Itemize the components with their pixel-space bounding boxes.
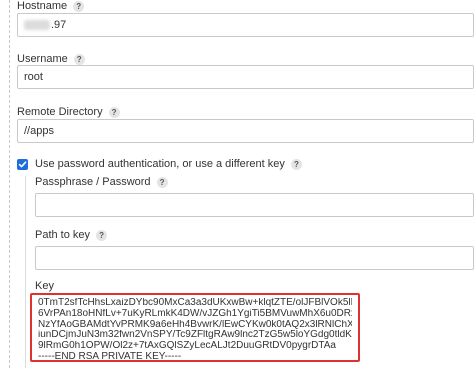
check-icon: [18, 161, 27, 168]
key-line: 0TmT2sfTcHhsLxaizDYbc90MxCa3a3dUKxwBw+kl…: [38, 298, 352, 308]
help-icon[interactable]: ?: [73, 0, 85, 12]
passphrase-label: Passphrase / Password?: [35, 176, 168, 189]
key-line: iunDCjmJuN3m32fwn2VnSPY/Tc9ZFltgRAw9lnc2…: [38, 330, 352, 341]
help-icon[interactable]: ?: [290, 158, 302, 170]
form-guide-line: [9, 0, 10, 368]
help-icon[interactable]: ?: [96, 229, 108, 241]
key-line: 9lRmG0h1OPW/Ol2z+7tAxGQlSZyLecALJt2DuuGR…: [38, 341, 336, 352]
hostname-label: Hostname?: [17, 0, 85, 13]
key-line: 6VrPAn18oHNfLv+7uKyRLmkK4DW/vJZGh1YgiTi5…: [38, 308, 352, 319]
password-auth-label: Use password authentication, or use a di…: [35, 158, 302, 171]
redacted-mask: [24, 20, 50, 30]
help-icon[interactable]: ?: [73, 53, 85, 65]
password-auth-checkbox[interactable]: [17, 159, 28, 170]
key-line: NzYfAoGBAMdtYvPRMK9a6eHh4BvwrK/lEwCYKw0k…: [38, 319, 352, 330]
hostname-field[interactable]: .97: [17, 13, 474, 37]
remote-directory-label: Remote Directory?: [17, 106, 120, 119]
key-line: -----END RSA PRIVATE KEY-----: [38, 351, 182, 362]
remote-directory-field[interactable]: //apps: [17, 119, 474, 143]
username-field[interactable]: root: [17, 65, 474, 89]
help-icon[interactable]: ?: [108, 106, 120, 118]
key-label: Key: [35, 280, 54, 292]
key-textarea[interactable]: 0TmT2sfTcHhsLxaizDYbc90MxCa3a3dUKxwBw+kl…: [30, 293, 360, 362]
passphrase-field[interactable]: [35, 193, 474, 217]
path-to-key-field[interactable]: [35, 246, 474, 270]
help-icon[interactable]: ?: [156, 176, 168, 188]
nested-guide-line: [25, 176, 26, 368]
path-to-key-label: Path to key?: [35, 229, 108, 242]
